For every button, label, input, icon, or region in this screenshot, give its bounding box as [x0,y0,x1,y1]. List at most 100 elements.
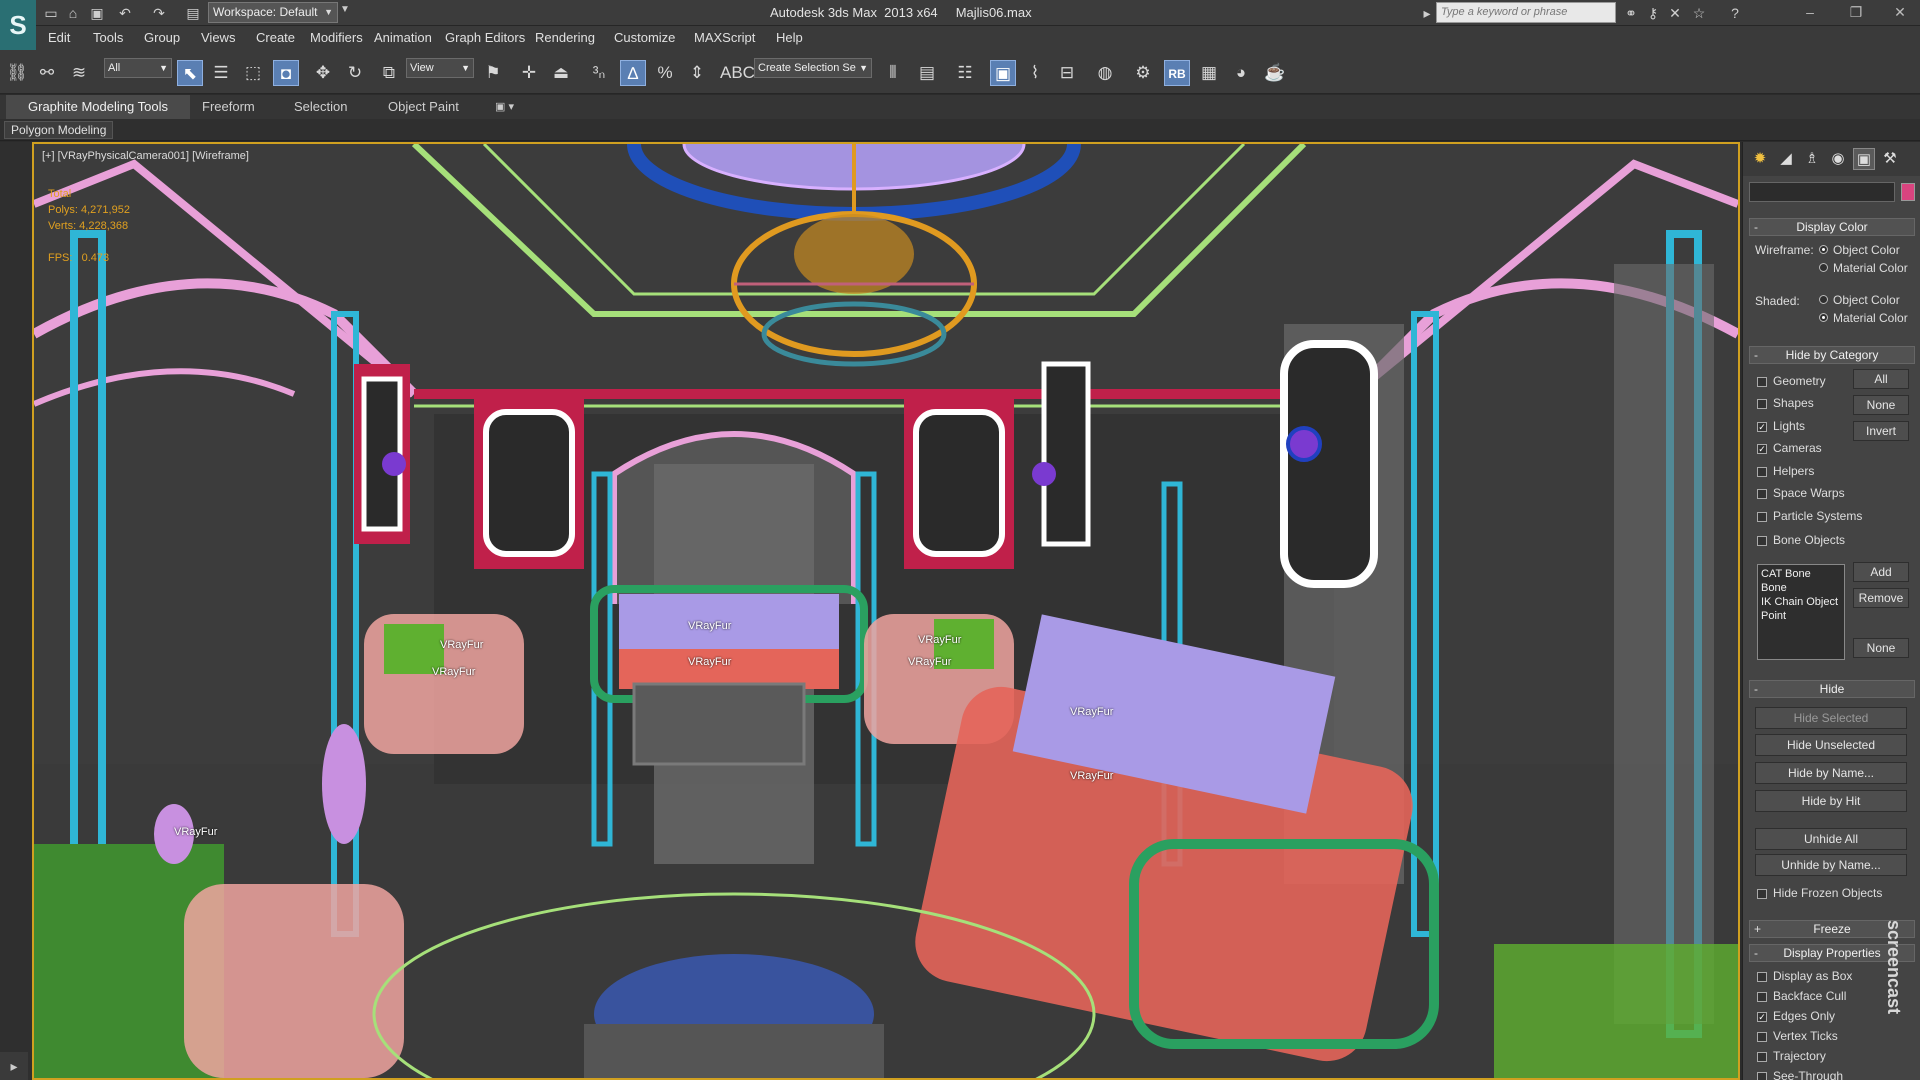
edges-only-checkbox[interactable]: ✓ [1757,1012,1767,1022]
rendered-frame-window-icon[interactable]: ▦ [1196,60,1222,86]
workspace-more-icon[interactable]: ▼ [340,4,350,15]
list-item[interactable]: IK Chain Object [1761,595,1841,609]
display-tab-icon[interactable]: ▣ [1853,148,1875,170]
tab-freeform[interactable]: Freeform [180,95,277,119]
select-and-move-icon[interactable]: ✥ [310,60,336,86]
schematic-view-icon[interactable]: ⊟ [1054,60,1080,86]
wireframe-material-color-radio[interactable] [1819,263,1828,272]
close-button[interactable]: ✕ [1880,2,1920,24]
edit-named-selection-icon[interactable]: ABC [720,60,755,86]
workspace-dropdown[interactable]: Workspace: Default ▼ [208,2,338,23]
tools-icon[interactable]: ✕ [1666,4,1684,22]
mirror-icon[interactable]: ⫴ [880,60,906,86]
hide-by-name-button[interactable]: Hide by Name... [1755,762,1907,784]
object-name-field[interactable] [1749,182,1895,202]
list-item[interactable]: Point [1761,609,1841,623]
menu-graph-editors[interactable]: Graph Editors [445,30,525,45]
select-by-name-icon[interactable]: ☰ [208,60,234,86]
shapes-checkbox[interactable] [1757,399,1767,409]
vertex-ticks-checkbox[interactable] [1757,1032,1767,1042]
hide-by-hit-button[interactable]: Hide by Hit [1755,790,1907,812]
menu-customize[interactable]: Customize [614,30,675,45]
select-and-rotate-icon[interactable]: ↻ [342,60,368,86]
camera-viewport[interactable]: [+] [VRayPhysicalCamera001] [Wireframe] … [32,142,1740,1080]
hierarchy-tab-icon[interactable]: ♗ [1801,148,1823,170]
graphite-modeling-toggle-icon[interactable]: ▣ [990,60,1016,86]
menu-rendering[interactable]: Rendering [535,30,595,45]
curve-editor-icon[interactable]: ⌇ [1022,60,1048,86]
lights-checkbox[interactable]: ✓ [1757,422,1767,432]
expand-arrow-icon[interactable]: ▸ [0,1052,28,1080]
polygon-modeling-panel[interactable]: Polygon Modeling [4,121,114,139]
select-manipulate-icon[interactable]: ✛ [516,60,542,86]
unlink-icon[interactable]: ⚯ [34,60,60,86]
add-button[interactable]: Add [1853,562,1909,582]
render-teapot-icon[interactable]: ☕ [1262,60,1288,86]
utilities-tab-icon[interactable]: ⚒ [1879,148,1901,170]
see-through-checkbox[interactable] [1757,1072,1767,1080]
menu-group[interactable]: Group [144,30,180,45]
ribbon-options-icon[interactable]: ▣ ▾ [495,100,514,113]
help-icon[interactable]: ? [1726,4,1744,22]
none-list-button[interactable]: None [1853,638,1909,658]
select-and-link-icon[interactable]: ⛓ [4,60,30,86]
cameras-checkbox[interactable]: ✓ [1757,444,1767,454]
window-crossing-icon[interactable]: ◘ [273,60,299,86]
menu-edit[interactable]: Edit [48,30,70,45]
layer-manager-icon[interactable]: ☷ [952,60,978,86]
bone-objects-checkbox[interactable] [1757,536,1767,546]
project-folder-icon[interactable]: ▤ [184,4,202,22]
menu-views[interactable]: Views [201,30,235,45]
save-icon[interactable]: ▣ [88,4,106,22]
hide-by-category-rollout[interactable]: - Hide by Category [1749,346,1915,364]
hide-rollout[interactable]: - Hide [1749,680,1915,698]
search-input[interactable]: Type a keyword or phrase [1436,2,1616,23]
expand-arrow-icon[interactable]: ▸ [1418,4,1436,22]
tab-graphite-modeling-tools[interactable]: Graphite Modeling Tools [6,95,190,119]
app-logo-icon[interactable]: S [0,0,36,50]
rb-plugin-button[interactable]: RB [1164,60,1190,86]
wireframe-object-color-radio[interactable] [1819,245,1828,254]
unhide-all-button[interactable]: Unhide All [1755,828,1907,850]
bind-space-warp-icon[interactable]: ≋ [66,60,92,86]
object-color-swatch[interactable] [1901,183,1915,201]
menu-maxscript[interactable]: MAXScript [694,30,755,45]
select-object-icon[interactable]: ⬉ [177,60,203,86]
new-file-icon[interactable]: ▭ [42,4,60,22]
display-as-box-checkbox[interactable] [1757,972,1767,982]
list-item[interactable]: Bone [1761,581,1841,595]
none-button[interactable]: None [1853,395,1909,415]
snaps-toggle-icon[interactable]: ³ₙ [586,60,612,86]
binoculars-icon[interactable]: ⚭ [1622,4,1640,22]
invert-button[interactable]: Invert [1853,421,1909,441]
select-and-scale-icon[interactable]: ⧉ [376,60,402,86]
viewport-label[interactable]: [+] [VRayPhysicalCamera001] [Wireframe] [42,150,249,162]
percent-snap-icon[interactable]: % [652,60,678,86]
hide-selected-button[interactable]: Hide Selected [1755,707,1907,729]
redo-icon[interactable]: ↷ [150,4,168,22]
restore-button[interactable]: ❐ [1836,2,1876,24]
material-editor-icon[interactable]: ◍ [1092,60,1118,86]
category-list[interactable]: CAT Bone Bone IK Chain Object Point [1757,564,1845,660]
open-file-icon[interactable]: ⌂ [64,4,82,22]
favorites-star-icon[interactable]: ☆ [1690,4,1708,22]
menu-tools[interactable]: Tools [93,30,123,45]
named-selection-sets-dropdown[interactable]: Create Selection Se ▼ [754,58,872,78]
spinner-snap-icon[interactable]: ⇕ [684,60,710,86]
rectangular-selection-icon[interactable]: ⬚ [240,60,266,86]
keyboard-shortcut-override-icon[interactable]: ⏏ [548,60,574,86]
display-color-rollout[interactable]: - Display Color [1749,218,1915,236]
backface-cull-checkbox[interactable] [1757,992,1767,1002]
trajectory-checkbox[interactable] [1757,1052,1767,1062]
unhide-by-name-button[interactable]: Unhide by Name... [1755,854,1907,876]
space-warps-checkbox[interactable] [1757,489,1767,499]
align-icon[interactable]: ▤ [914,60,940,86]
list-item[interactable]: CAT Bone [1761,567,1841,581]
helpers-checkbox[interactable] [1757,467,1767,477]
menu-help[interactable]: Help [776,30,803,45]
render-production-icon[interactable]: ◕ [1228,60,1254,86]
menu-modifiers[interactable]: Modifiers [310,30,363,45]
menu-create[interactable]: Create [256,30,295,45]
selection-filter-dropdown[interactable]: All ▼ [104,58,172,78]
modify-tab-icon[interactable]: ◢ [1775,148,1797,170]
